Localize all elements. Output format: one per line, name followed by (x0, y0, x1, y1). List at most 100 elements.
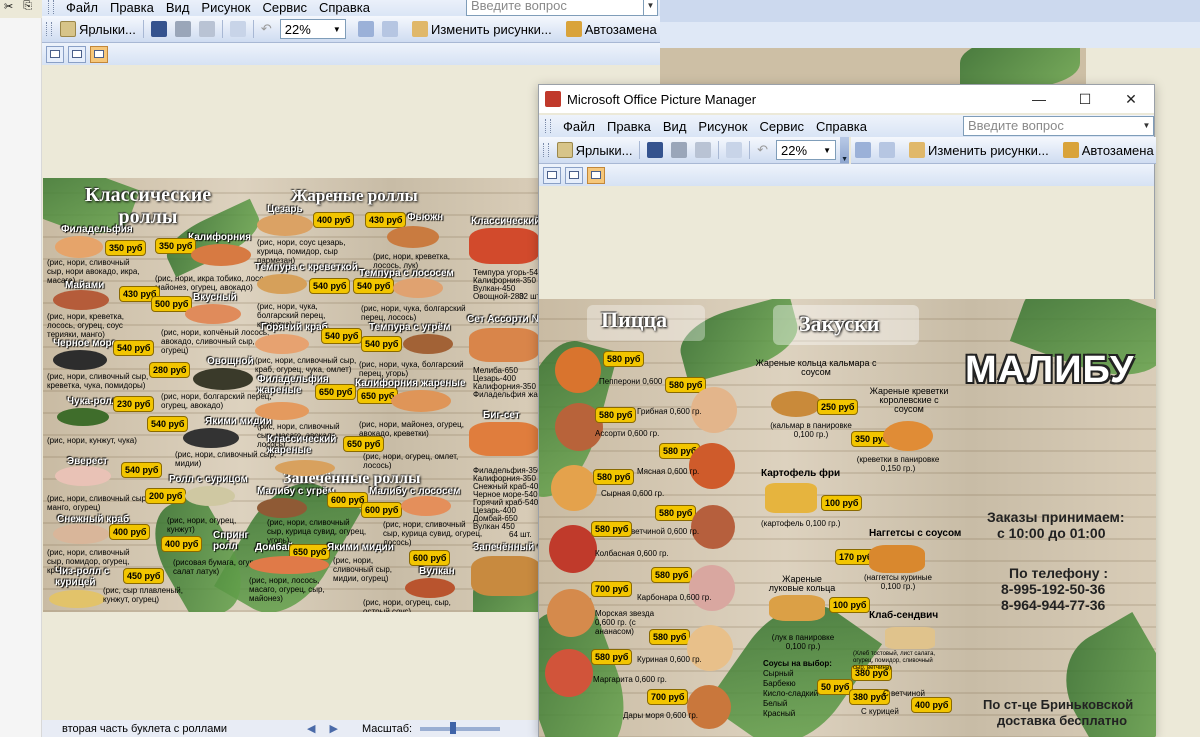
price-badge: 540 руб (147, 416, 189, 432)
app-icon (545, 91, 561, 107)
roll-description: (рис, нори, сливочный сыр, краб, огурец,… (255, 356, 357, 374)
shortcuts-button[interactable]: Ярлыки... (553, 139, 637, 161)
email-icon[interactable] (195, 18, 219, 40)
standard-toolbar: Ярлыки... ↶ 22% ▼ ▼ (539, 137, 849, 164)
minimize-button[interactable]: — (1016, 85, 1062, 113)
set-line: Филадельфия жарен.-650 (473, 390, 540, 399)
roll-name: Чиз-ролл с курицей (55, 566, 110, 588)
price-badge: 230 руб (113, 396, 155, 412)
ask-question-input[interactable]: Введите вопрос (466, 0, 644, 16)
snack-name: Наггетсы с соусом (869, 528, 962, 539)
window-title: Microsoft Office Picture Manager (567, 91, 757, 107)
price-badge: 540 руб (321, 328, 363, 344)
adjust-icon[interactable] (354, 18, 378, 40)
zoom-combo[interactable]: 22% ▼ (279, 19, 346, 39)
autocorrect-label: Автозамена (584, 21, 657, 37)
edit-pictures-button[interactable]: Изменить рисунки... (905, 139, 1053, 161)
price-badge: 600 руб (361, 502, 403, 518)
ask-question-input[interactable]: Введите вопрос (963, 116, 1141, 136)
sauce-item: Красный (763, 709, 796, 718)
roll-name: Спринг ролл (213, 530, 249, 552)
menu-view[interactable]: Вид (657, 119, 693, 134)
roll-name: Овощной (207, 356, 254, 367)
price-badge: 580 руб (591, 649, 633, 665)
roll-name: Домбай (255, 542, 294, 553)
thumbnail-view-icon[interactable] (543, 166, 561, 184)
orders-line-2: с 10:00 до 01:00 (997, 525, 1106, 541)
menu-edit[interactable]: Правка (104, 0, 160, 15)
brand-logo: МАЛИБУ (965, 349, 1135, 391)
price-badge: 650 руб (315, 384, 357, 400)
email-icon[interactable] (691, 139, 715, 161)
close-button[interactable]: ✕ (1108, 85, 1154, 113)
view-toolbar (539, 164, 1154, 186)
roll-description: (рис, нори, сливочный сыр, курица сувид,… (267, 518, 367, 545)
autocorrect-button[interactable]: Автозамена (562, 18, 660, 40)
background-image-strip (660, 48, 1086, 84)
pizza-label: Маргарита 0,600 гр. (593, 675, 667, 684)
next-picture-icon[interactable]: ▶ (330, 722, 338, 735)
maximize-button[interactable]: ☐ (1062, 85, 1108, 113)
edit-pictures-button[interactable]: Изменить рисунки... (408, 18, 556, 40)
roll-name: Малибу с лососем (369, 486, 461, 497)
save-icon[interactable] (147, 18, 171, 40)
menu-edit[interactable]: Правка (601, 119, 657, 134)
menu-file[interactable]: Файл (557, 119, 601, 134)
menu-tools[interactable]: Сервис (256, 0, 313, 15)
snack-description: (лук в панировке 0,100 гр.) (771, 633, 835, 651)
price-badge: 50 руб (817, 679, 854, 695)
scissors-icon[interactable]: ✂ (4, 0, 13, 18)
toolbar-options-icon[interactable]: ▼ (840, 137, 849, 163)
undo-icon[interactable]: ↶ (753, 139, 772, 161)
print-icon[interactable] (171, 18, 195, 40)
shortcuts-button[interactable]: Ярлыки... (56, 18, 140, 40)
print-icon[interactable] (667, 139, 691, 161)
ask-dropdown-arrow[interactable]: ▼ (1140, 116, 1154, 136)
menu-view[interactable]: Вид (160, 0, 196, 15)
sauce-item: Белый (763, 699, 788, 708)
ask-dropdown-arrow[interactable]: ▼ (644, 0, 658, 16)
prev-picture-icon[interactable]: ◀ (307, 722, 315, 735)
autocorrect-button[interactable]: Автозамена (1059, 139, 1156, 161)
price-badge: 580 руб (651, 567, 693, 583)
chevron-down-icon: ▼ (823, 145, 832, 155)
menubar-grip[interactable] (545, 119, 551, 133)
picture-icon[interactable] (378, 18, 402, 40)
thumbnail-view-icon[interactable] (46, 45, 64, 63)
filmstrip-view-icon[interactable] (68, 45, 86, 63)
set-count: 32 шт. (519, 292, 540, 301)
roll-description: (рис, нори, огурец, омлет, лосось) (363, 452, 459, 470)
menu-picture[interactable]: Рисунок (692, 119, 753, 134)
phone-number-2: 8-964-944-77-36 (1001, 597, 1106, 613)
zoom-combo[interactable]: 22% ▼ (776, 140, 837, 160)
price-badge: 280 руб (149, 362, 191, 378)
filmstrip-view-icon[interactable] (565, 166, 583, 184)
zoom-label: Масштаб: (361, 722, 413, 735)
copy-picture-icon[interactable] (722, 139, 746, 161)
price-badge: 450 руб (123, 568, 165, 584)
snack-description: (креветки в панировке 0,150 гр.) (856, 455, 940, 473)
copy-icon[interactable]: ⎘ (23, 0, 32, 18)
adjust-icon[interactable] (851, 139, 875, 161)
save-icon[interactable] (643, 139, 667, 161)
single-picture-view-icon[interactable] (90, 45, 108, 63)
menu-file[interactable]: Файл (60, 0, 104, 15)
menu-tools[interactable]: Сервис (753, 119, 810, 134)
roll-description: (рис, нори, соус цезарь, курица, помидор… (257, 238, 346, 265)
snack-name: Клаб-сендвич (869, 610, 939, 621)
menu-help[interactable]: Справка (810, 119, 873, 134)
menu-picture[interactable]: Рисунок (195, 0, 256, 15)
pizza-label: Пепперони 0,600 гр. (599, 377, 675, 386)
single-picture-view-icon[interactable] (587, 166, 605, 184)
roll-description: (рис, нори, чука, болгарский перец, лосо… (361, 304, 466, 322)
copy-picture-icon[interactable] (226, 18, 250, 40)
menu-help[interactable]: Справка (313, 0, 376, 15)
price-badge: 100 руб (821, 495, 863, 511)
picture-icon[interactable] (875, 139, 899, 161)
menubar-grip[interactable] (48, 0, 54, 14)
pizza-label: Куриная 0,600 гр. (637, 655, 702, 664)
set-name: Сет Ассорти № (467, 314, 540, 325)
undo-icon[interactable]: ↶ (257, 18, 276, 40)
zoom-slider[interactable] (420, 721, 501, 734)
pizza-label: Ассорти 0,600 гр. (595, 429, 660, 438)
